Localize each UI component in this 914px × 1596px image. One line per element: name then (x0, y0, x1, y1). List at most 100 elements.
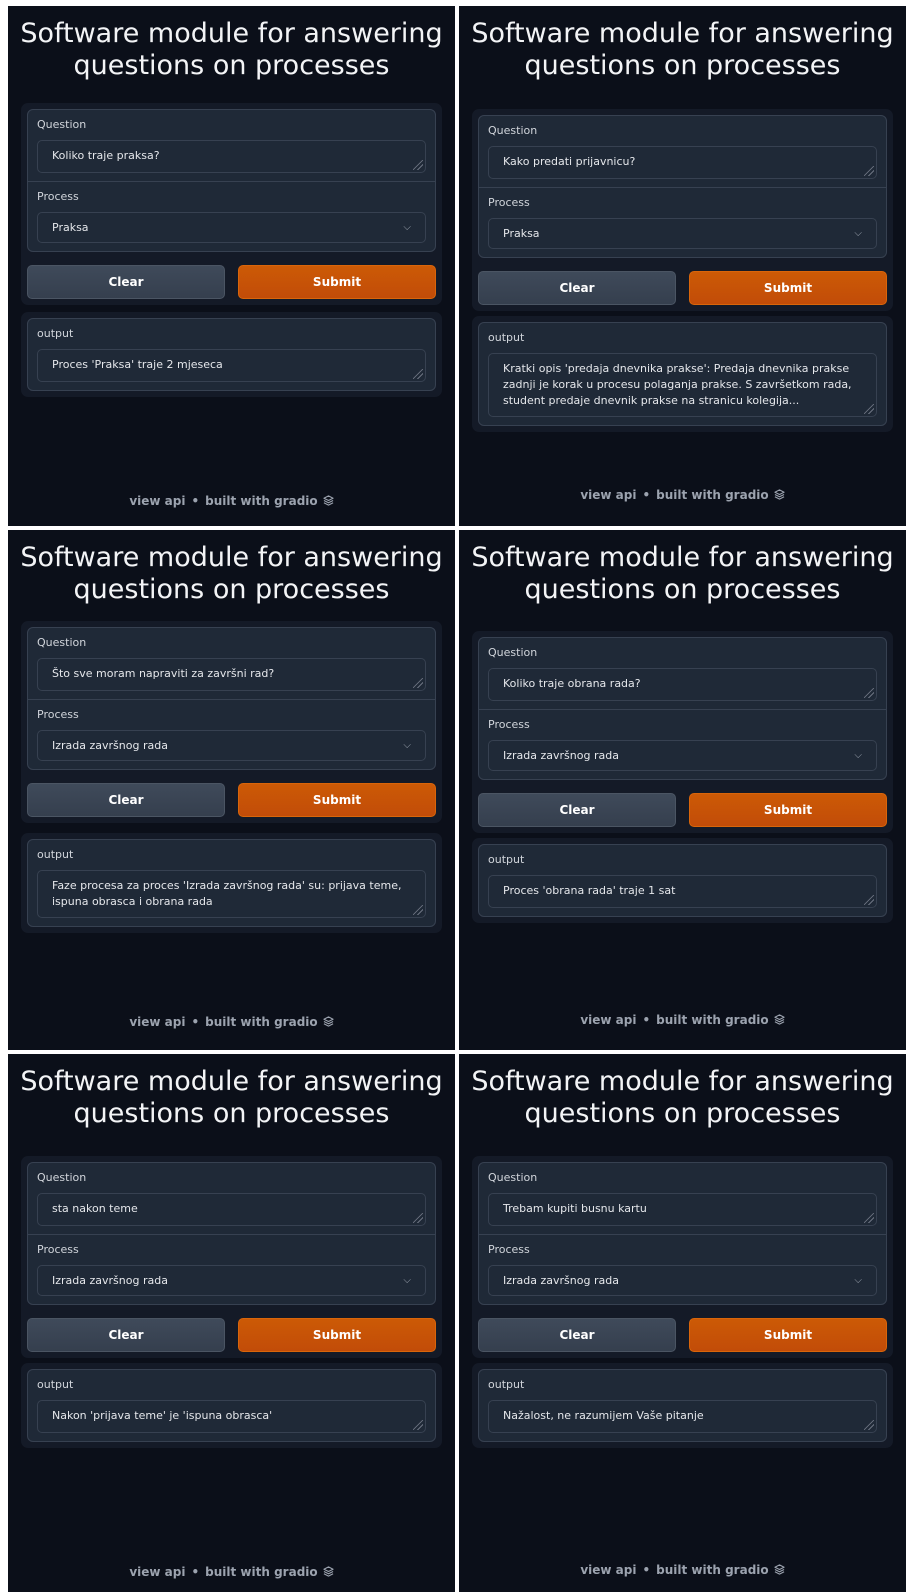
process-label: Process (488, 196, 530, 209)
process-dropdown[interactable]: Praksa ⌵ (488, 218, 877, 249)
clear-button[interactable]: Clear (478, 1318, 676, 1352)
output-value: Proces 'Praksa' traje 2 mjeseca (52, 358, 223, 371)
process-label: Process (37, 1243, 79, 1256)
clear-button[interactable]: Clear (27, 265, 225, 299)
resize-handle-icon[interactable] (864, 1420, 874, 1430)
resize-handle-icon[interactable] (413, 678, 423, 688)
output-block: output Nažalost, ne razumijem Vaše pitan… (478, 1369, 887, 1442)
question-input[interactable]: Kako predati prijavnicu? (488, 146, 877, 179)
footer-separator: • (191, 1565, 200, 1579)
output-textbox[interactable]: Kratki opis 'predaja dnevnika prakse': P… (488, 353, 877, 417)
built-with-gradio-link[interactable]: built with gradio (656, 1013, 768, 1027)
process-block: Process Praksa ⌵ (479, 187, 886, 257)
button-row: Clear Submit (27, 265, 436, 299)
process-selected-value: Praksa (52, 221, 89, 234)
question-input[interactable]: sta nakon teme (37, 1193, 426, 1226)
built-with-gradio-link[interactable]: built with gradio (205, 494, 317, 508)
view-api-link[interactable]: view api (580, 1013, 636, 1027)
question-input[interactable]: Koliko traje obrana rada? (488, 668, 877, 701)
process-label: Process (488, 718, 530, 731)
footer: view api • built with gradio (459, 1013, 906, 1027)
output-block: output Nakon 'prijava teme' je 'ispuna o… (27, 1369, 436, 1442)
footer-separator: • (642, 1013, 651, 1027)
output-value: Kratki opis 'predaja dnevnika prakse': P… (503, 362, 852, 407)
resize-handle-icon[interactable] (864, 1213, 874, 1223)
question-input[interactable]: Trebam kupiti busnu kartu (488, 1193, 877, 1226)
button-row: Clear Submit (27, 783, 436, 817)
clear-button[interactable]: Clear (27, 1318, 225, 1352)
output-card: output Proces 'obrana rada' traje 1 sat (472, 838, 893, 923)
submit-button[interactable]: Submit (689, 1318, 887, 1352)
resize-handle-icon[interactable] (864, 166, 874, 176)
view-api-link[interactable]: view api (580, 488, 636, 502)
submit-button[interactable]: Submit (238, 1318, 436, 1352)
clear-button[interactable]: Clear (478, 793, 676, 827)
process-dropdown[interactable]: Izrada završnog rada ⌵ (488, 1265, 877, 1296)
process-selected-value: Izrada završnog rada (52, 1274, 168, 1287)
built-with-gradio-link[interactable]: built with gradio (656, 1563, 768, 1577)
footer: view api • built with gradio (459, 1563, 906, 1577)
chevron-down-icon: ⌵ (854, 750, 862, 761)
question-value: sta nakon teme (52, 1202, 138, 1215)
view-api-link[interactable]: view api (580, 1563, 636, 1577)
question-input[interactable]: Koliko traje praksa? (37, 140, 426, 173)
resize-handle-icon[interactable] (864, 895, 874, 905)
clear-button[interactable]: Clear (27, 783, 225, 817)
process-block: Process Izrada završnog rada ⌵ (28, 1234, 435, 1304)
output-card: output Faze procesa za proces 'Izrada za… (21, 833, 442, 933)
process-dropdown[interactable]: Izrada završnog rada ⌵ (37, 730, 426, 761)
output-block: output Proces 'obrana rada' traje 1 sat (478, 844, 887, 917)
built-with-gradio-link[interactable]: built with gradio (205, 1015, 317, 1029)
submit-button[interactable]: Submit (689, 271, 887, 305)
resize-handle-icon[interactable] (413, 160, 423, 170)
input-form: Question Koliko traje praksa? Process Pr… (21, 103, 442, 305)
view-api-link[interactable]: view api (129, 1015, 185, 1029)
submit-button[interactable]: Submit (689, 793, 887, 827)
process-block: Process Praksa ⌵ (28, 181, 435, 251)
button-row: Clear Submit (478, 1318, 887, 1352)
question-label: Question (37, 118, 87, 131)
resize-handle-icon[interactable] (864, 404, 874, 414)
question-value: Trebam kupiti busnu kartu (503, 1202, 647, 1215)
view-api-link[interactable]: view api (129, 494, 185, 508)
chevron-down-icon: ⌵ (854, 228, 862, 239)
resize-handle-icon[interactable] (413, 905, 423, 915)
footer: view api • built with gradio (8, 1015, 455, 1029)
process-dropdown[interactable]: Izrada završnog rada ⌵ (37, 1265, 426, 1296)
output-card: output Nakon 'prijava teme' je 'ispuna o… (21, 1363, 442, 1448)
output-textbox[interactable]: Faze procesa za proces 'Izrada završnog … (37, 870, 426, 918)
process-selected-value: Izrada završnog rada (503, 749, 619, 762)
input-form: Question Trebam kupiti busnu kartu Proce… (472, 1156, 893, 1358)
process-block: Process Izrada završnog rada ⌵ (28, 699, 435, 769)
process-dropdown[interactable]: Izrada završnog rada ⌵ (488, 740, 877, 771)
resize-handle-icon[interactable] (864, 688, 874, 698)
gradio-logo-icon (323, 1016, 334, 1027)
form-fields: Question Koliko traje obrana rada? Proce… (478, 637, 887, 780)
output-textbox[interactable]: Nažalost, ne razumijem Vaše pitanje (488, 1400, 877, 1433)
question-block: Question Koliko traje praksa? (28, 110, 435, 181)
resize-handle-icon[interactable] (413, 369, 423, 379)
clear-button[interactable]: Clear (478, 271, 676, 305)
submit-button[interactable]: Submit (238, 265, 436, 299)
output-textbox[interactable]: Proces 'obrana rada' traje 1 sat (488, 875, 877, 908)
built-with-gradio-link[interactable]: built with gradio (205, 1565, 317, 1579)
question-input[interactable]: Što sve moram napraviti za završni rad? (37, 658, 426, 691)
input-form: Question Kako predati prijavnicu? Proces… (472, 109, 893, 311)
view-api-link[interactable]: view api (129, 1565, 185, 1579)
built-with-gradio-link[interactable]: built with gradio (656, 488, 768, 502)
output-textbox[interactable]: Nakon 'prijava teme' je 'ispuna obrasca' (37, 1400, 426, 1433)
form-fields: Question sta nakon teme Process Izrada z… (27, 1162, 436, 1305)
footer-separator: • (642, 488, 651, 502)
process-dropdown[interactable]: Praksa ⌵ (37, 212, 426, 243)
screenshot-grid: Software module for answering questions … (8, 6, 906, 1592)
process-label: Process (488, 1243, 530, 1256)
resize-handle-icon[interactable] (413, 1213, 423, 1223)
page-title: Software module for answering questions … (20, 542, 443, 605)
output-label: output (37, 1378, 74, 1391)
process-label: Process (37, 190, 79, 203)
output-value: Proces 'obrana rada' traje 1 sat (503, 884, 676, 897)
submit-button[interactable]: Submit (238, 783, 436, 817)
resize-handle-icon[interactable] (413, 1420, 423, 1430)
output-textbox[interactable]: Proces 'Praksa' traje 2 mjeseca (37, 349, 426, 382)
input-form: Question sta nakon teme Process Izrada z… (21, 1156, 442, 1358)
